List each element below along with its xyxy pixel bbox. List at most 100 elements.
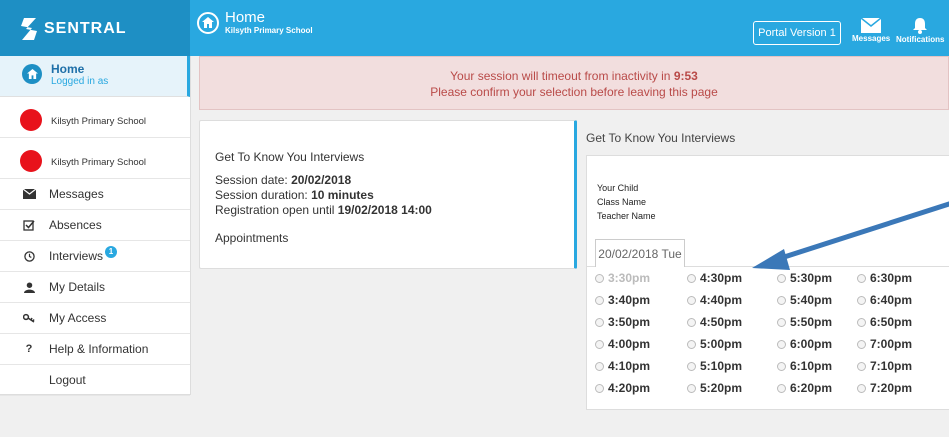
tab-date[interactable]: 20/02/2018 Tue [595, 239, 685, 267]
time-slot-option[interactable]: 3:50pm [595, 315, 650, 329]
time-slot-label: 4:40pm [700, 293, 743, 307]
radio-button[interactable] [777, 295, 786, 305]
time-slot-option[interactable]: 6:40pm [857, 293, 912, 307]
sidebar-item-logout[interactable]: Logout [0, 365, 190, 396]
messages-label: Messages [852, 34, 891, 43]
time-slot-option[interactable]: 5:30pm [777, 271, 832, 285]
bell-icon [913, 18, 928, 34]
radio-button[interactable] [777, 273, 786, 283]
time-slot-option: 3:30pm [595, 271, 650, 285]
time-slot-option[interactable]: 4:40pm [687, 293, 742, 307]
sentral-logo[interactable]: SENTRAL [20, 14, 127, 44]
radio-button[interactable] [777, 339, 786, 349]
child-avatar [20, 109, 42, 131]
radio-button[interactable] [687, 273, 696, 283]
sidebar-item-help[interactable]: ? Help & Information [0, 334, 190, 365]
time-slot-option[interactable]: 7:20pm [857, 381, 912, 395]
teacher-label: Teacher Name [597, 211, 656, 221]
registration-label: Registration open until [215, 203, 335, 217]
time-slot-label: 7:20pm [870, 381, 913, 395]
radio-button[interactable] [857, 361, 866, 371]
key-icon [22, 312, 36, 324]
sidebar-item-label: Interviews 1 [49, 246, 118, 264]
time-slot-option[interactable]: 6:00pm [777, 337, 832, 351]
portal-version-button[interactable]: Portal Version 1 [753, 21, 841, 45]
sidebar-item-label: Logout [49, 373, 86, 387]
brand-name: SENTRAL [44, 20, 127, 37]
time-slot-option[interactable]: 3:40pm [595, 293, 650, 307]
time-slot-label: 5:40pm [790, 293, 833, 307]
time-slot-option[interactable]: 5:40pm [777, 293, 832, 307]
session-date-value: 20/02/2018 [291, 173, 352, 187]
sidebar: Home Logged in as Kilsyth Primary School… [0, 56, 191, 396]
time-slot-option[interactable]: 6:20pm [777, 381, 832, 395]
radio-button[interactable] [857, 317, 866, 327]
sidebar-home-subtitle: Logged in as [51, 76, 109, 87]
radio-button[interactable] [687, 295, 696, 305]
time-slot-option[interactable]: 6:50pm [857, 315, 912, 329]
notifications-label: Notifications [896, 35, 945, 44]
radio-button[interactable] [595, 317, 604, 327]
radio-button[interactable] [857, 295, 866, 305]
session-duration-row: Session duration: 10 minutes [215, 188, 374, 202]
radio-button[interactable] [595, 361, 604, 371]
radio-button[interactable] [595, 383, 604, 393]
radio-button[interactable] [857, 339, 866, 349]
interview-title: Get To Know You Interviews [215, 150, 365, 164]
sidebar-item-my-access[interactable]: My Access [0, 303, 190, 334]
school-subtitle: Kilsyth Primary School [225, 26, 313, 35]
time-slot-option[interactable]: 6:10pm [777, 359, 832, 373]
session-timeout-alert: Your session will timeout from inactivit… [199, 56, 949, 110]
radio-button[interactable] [687, 339, 696, 349]
sidebar-item-child[interactable]: Kilsyth Primary School [0, 97, 190, 138]
sidebar-item-my-details[interactable]: My Details [0, 272, 190, 303]
time-slot-option[interactable]: 7:00pm [857, 337, 912, 351]
radio-button[interactable] [777, 317, 786, 327]
radio-button[interactable] [687, 383, 696, 393]
time-slot-option[interactable]: 7:10pm [857, 359, 912, 373]
sidebar-item-absences[interactable]: Absences [0, 210, 190, 241]
sidebar-item-child[interactable]: Kilsyth Primary School [0, 138, 190, 179]
time-slot-label: 4:30pm [700, 271, 743, 285]
booking-heading: Get To Know You Interviews [586, 131, 736, 145]
time-slot-label: 6:30pm [870, 271, 913, 285]
time-slot-label: 3:50pm [608, 315, 651, 329]
sidebar-item-home[interactable]: Home Logged in as [0, 56, 190, 97]
notifications-button[interactable]: Notifications [896, 18, 944, 44]
sidebar-item-interviews[interactable]: Interviews 1 [0, 241, 190, 272]
time-slot-option[interactable]: 5:50pm [777, 315, 832, 329]
sidebar-child-label: Kilsyth Primary School [51, 157, 147, 168]
radio-button[interactable] [595, 295, 604, 305]
timeout-instruction: Please confirm your selection before lea… [430, 85, 718, 99]
time-slot-option[interactable]: 4:10pm [595, 359, 650, 373]
radio-button[interactable] [777, 361, 786, 371]
messages-button[interactable]: Messages [852, 18, 890, 43]
radio-button[interactable] [857, 273, 866, 283]
time-slot-option[interactable]: 4:20pm [595, 381, 650, 395]
sidebar-item-label: Help & Information [49, 342, 149, 356]
time-slot-label: 4:00pm [608, 337, 651, 351]
time-slot-option[interactable]: 5:10pm [687, 359, 742, 373]
time-slot-label: 6:20pm [790, 381, 833, 395]
time-slot-label: 7:00pm [870, 337, 913, 351]
time-slot-option[interactable]: 5:20pm [687, 381, 742, 395]
time-slot-option[interactable]: 5:00pm [687, 337, 742, 351]
time-slot-option[interactable]: 4:00pm [595, 337, 650, 351]
session-date-row: Session date: 20/02/2018 [215, 173, 351, 187]
sidebar-item-label: Absences [49, 218, 102, 232]
time-slot-option[interactable]: 4:30pm [687, 271, 742, 285]
time-slot-label: 5:20pm [700, 381, 743, 395]
radio-button[interactable] [595, 273, 604, 283]
radio-button[interactable] [687, 317, 696, 327]
radio-button[interactable] [687, 361, 696, 371]
sidebar-item-messages[interactable]: Messages [0, 179, 190, 210]
time-slot-option[interactable]: 4:50pm [687, 315, 742, 329]
radio-button[interactable] [857, 383, 866, 393]
child-label: Your Child [597, 183, 639, 193]
time-slot-option[interactable]: 6:30pm [857, 271, 912, 285]
envelope-icon [22, 188, 36, 200]
time-slot-label: 6:00pm [790, 337, 833, 351]
time-slot-label: 3:30pm [608, 271, 651, 285]
radio-button[interactable] [777, 383, 786, 393]
radio-button[interactable] [595, 339, 604, 349]
